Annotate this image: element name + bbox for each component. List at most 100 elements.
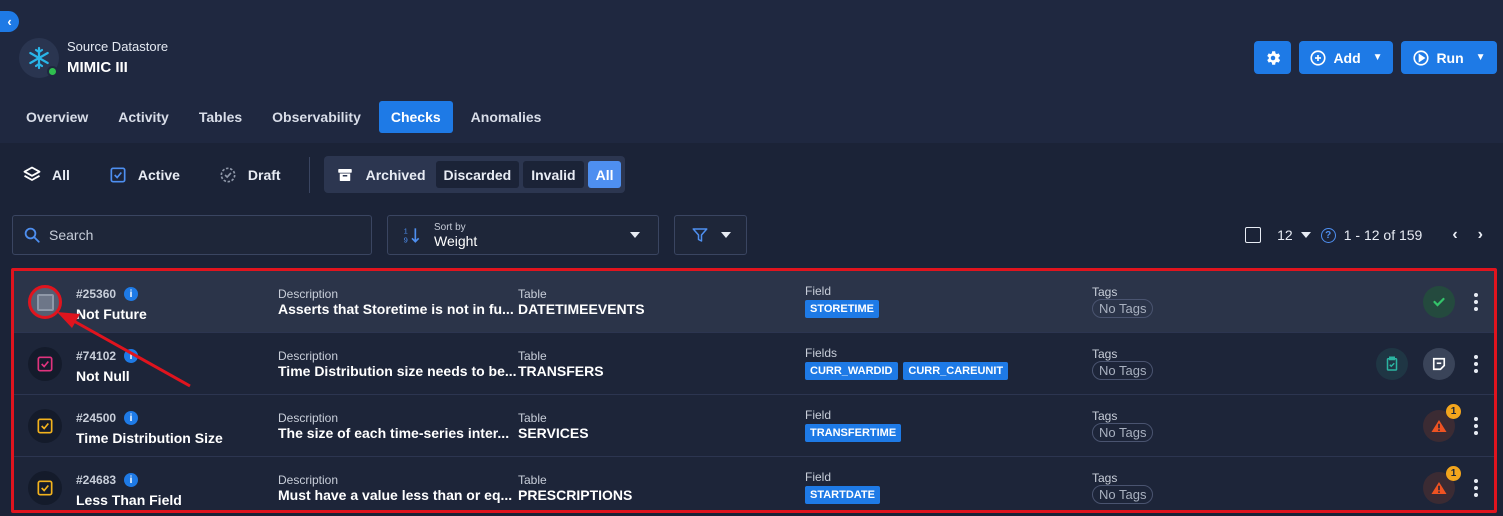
chevron-down-icon: ▼ <box>1475 52 1486 63</box>
chevron-left-icon[interactable]: ‹ <box>0 11 19 32</box>
check-name: Less Than Field <box>76 492 182 508</box>
svg-text:9: 9 <box>404 236 408 245</box>
play-circle-icon <box>1413 49 1430 66</box>
run-button-label: Run <box>1436 49 1464 66</box>
warning-icon <box>1431 482 1447 494</box>
active-check-icon <box>37 480 53 496</box>
draft-check-icon <box>37 356 53 372</box>
more-options-icon[interactable] <box>1474 355 1478 373</box>
active-check-icon <box>37 418 53 434</box>
sort-icon: 1 9 <box>404 226 420 245</box>
field-label: Fields <box>805 346 838 360</box>
field-chip[interactable]: CURR_CAREUNIT <box>903 362 1009 380</box>
sort-dropdown[interactable]: 1 9 Sort by Weight <box>387 215 659 255</box>
chevron-down-icon: ▼ <box>1372 52 1383 63</box>
status-filter-bar: All Active Draft Archived Discarded Inva… <box>22 156 626 193</box>
filter-button[interactable] <box>674 215 747 255</box>
no-tags-badge: No Tags <box>1092 423 1154 442</box>
gear-icon <box>1266 50 1280 65</box>
check-name: Not Null <box>76 368 130 384</box>
select-all-checkbox[interactable] <box>1245 227 1262 243</box>
note-icon <box>1432 357 1446 371</box>
archived-option-all[interactable]: All <box>587 161 622 188</box>
header-actions: Add ▼ Run ▼ <box>1254 41 1497 74</box>
description-label: Description <box>278 287 339 301</box>
tags-label: Tags <box>1092 285 1118 299</box>
tab-checks[interactable]: Checks <box>378 101 453 133</box>
tags-label: Tags <box>1092 471 1118 485</box>
check-row[interactable]: #24500 i Time Distribution Size Descript… <box>14 395 1494 457</box>
check-row[interactable]: #25360 i Not Future Description Asserts … <box>14 271 1494 333</box>
check-id: #24683 i <box>76 473 139 487</box>
tab-activity[interactable]: Activity <box>106 101 181 133</box>
run-button[interactable]: Run ▼ <box>1401 41 1497 74</box>
more-options-icon[interactable] <box>1474 293 1478 311</box>
divider <box>308 156 310 193</box>
archived-option-invalid[interactable]: Invalid <box>523 161 584 188</box>
add-button[interactable]: Add ▼ <box>1299 41 1393 74</box>
table-value: TRANSFERS <box>518 363 604 379</box>
filter-all[interactable]: All <box>22 165 70 185</box>
check-id-text: #24500 <box>76 411 117 425</box>
filter-active-label: Active <box>137 166 180 183</box>
filter-active[interactable]: Active <box>108 165 180 185</box>
description-value: Must have a value less than or eq... <box>278 487 513 503</box>
filter-archived[interactable]: Archived <box>336 166 426 184</box>
page-range: 1 - 12 of 159 <box>1343 227 1423 243</box>
chevron-down-icon <box>720 232 731 238</box>
table-label: Table <box>518 349 547 363</box>
field-chip[interactable]: STORETIME <box>805 300 879 318</box>
check-id: #24500 i <box>76 411 139 425</box>
description-label: Description <box>278 349 339 363</box>
more-options-icon[interactable] <box>1474 479 1478 497</box>
table-value: PRESCRIPTIONS <box>518 487 633 503</box>
chevron-down-icon[interactable] <box>1300 232 1311 238</box>
info-icon[interactable]: i <box>124 287 139 301</box>
info-icon[interactable]: i <box>124 411 139 425</box>
help-icon[interactable]: ? <box>1320 227 1336 243</box>
archived-option-discarded[interactable]: Discarded <box>435 161 520 188</box>
search-input[interactable] <box>49 227 349 243</box>
search-box <box>12 215 372 255</box>
tab-anomalies[interactable]: Anomalies <box>459 101 554 133</box>
row-select-checkbox[interactable] <box>28 409 62 443</box>
filter-draft[interactable]: Draft <box>218 165 281 185</box>
row-select-checkbox[interactable] <box>28 347 62 381</box>
no-tags-badge: No Tags <box>1092 485 1154 504</box>
tab-observability[interactable]: Observability <box>260 101 373 133</box>
field-chip[interactable]: TRANSFERTIME <box>805 424 902 442</box>
field-chip[interactable]: CURR_WARDID <box>805 362 898 380</box>
tab-overview[interactable]: Overview <box>14 101 100 133</box>
check-row[interactable]: #24683 i Less Than Field Description Mus… <box>14 457 1494 510</box>
row-select-checkbox[interactable] <box>28 471 62 505</box>
layers-icon <box>23 166 41 181</box>
description-value: Time Distribution size needs to be... <box>278 363 517 379</box>
anomaly-status[interactable]: 1 <box>1423 404 1461 442</box>
plus-circle-icon <box>1310 49 1327 66</box>
field-label: Field <box>805 408 832 422</box>
settings-button[interactable] <box>1254 41 1291 74</box>
prev-page-button[interactable]: ‹ <box>1452 226 1457 244</box>
datastore-name: MIMIC III <box>67 59 128 76</box>
no-tags-badge: No Tags <box>1092 299 1154 318</box>
validate-button[interactable] <box>1376 348 1408 380</box>
anomaly-count-badge: 1 <box>1446 466 1461 481</box>
table-label: Table <box>518 287 547 301</box>
next-page-button[interactable]: › <box>1478 226 1483 244</box>
warning-icon <box>1431 420 1447 432</box>
check-id-text: #25360 <box>76 287 117 301</box>
info-icon[interactable]: i <box>124 473 139 487</box>
check-id-text: #74102 <box>76 349 117 363</box>
field-chip[interactable]: STARTDATE <box>805 486 880 504</box>
tab-tables[interactable]: Tables <box>187 101 254 133</box>
info-icon[interactable]: i <box>124 349 139 363</box>
checkbox-icon <box>36 293 54 311</box>
per-page-value[interactable]: 12 <box>1277 227 1293 243</box>
draft-icon <box>220 167 236 182</box>
row-select-checkbox[interactable] <box>28 285 62 319</box>
check-id: #25360 i <box>76 287 139 301</box>
check-row[interactable]: #74102 i Not Null Description Time Distr… <box>14 333 1494 395</box>
more-options-icon[interactable] <box>1474 417 1478 435</box>
anomaly-status[interactable]: 1 <box>1423 466 1461 504</box>
field-chips: STARTDATE <box>805 485 882 504</box>
